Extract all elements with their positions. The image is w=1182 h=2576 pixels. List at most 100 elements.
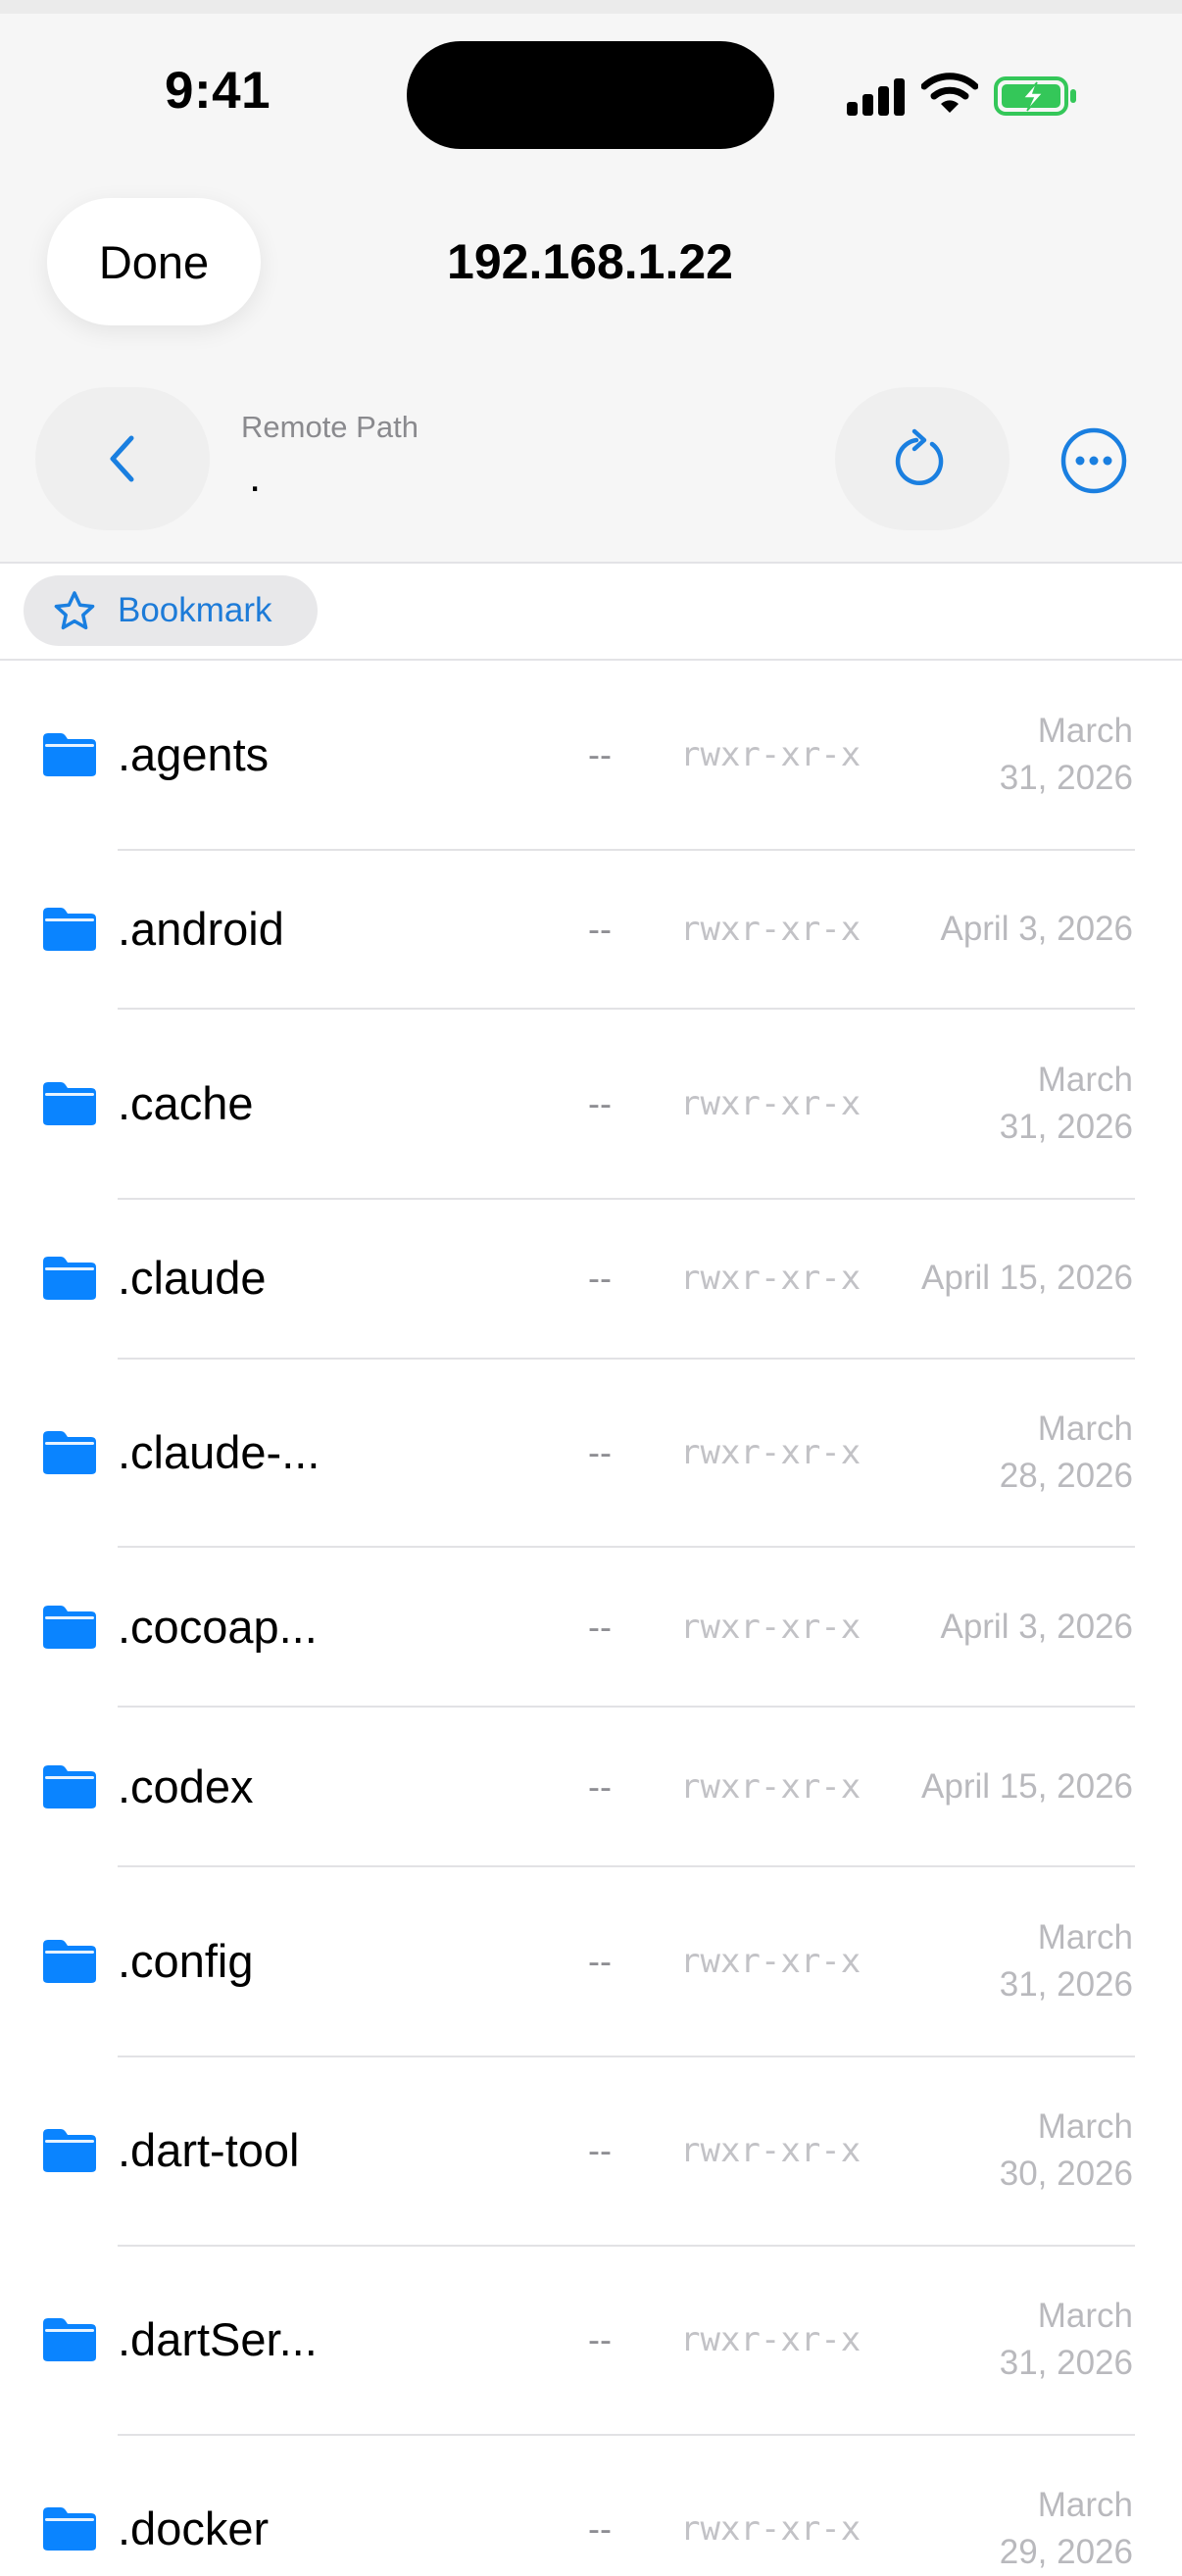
file-date-line1: March [1037,712,1133,750]
row-separator [118,1546,1135,1548]
cellular-signal-icon [847,76,906,116]
row-separator [118,1008,1135,1010]
file-date-line2: 31, 2026 [999,2344,1133,2382]
wifi-icon [921,73,978,113]
file-date: March 31, 2026 [908,2293,1133,2387]
file-date-line1: April 3, 2026 [940,1608,1133,1646]
file-permissions: rwxr-xr-x [680,2131,862,2170]
file-permissions: rwxr-xr-x [680,2509,862,2549]
folder-icon [41,2506,98,2551]
file-date: April 15, 2026 [878,1255,1133,1302]
file-size: -- [588,1083,612,1123]
file-date-line1: March [1037,1410,1133,1448]
file-date: March 30, 2026 [908,2104,1133,2198]
file-name: .agents [118,728,270,780]
more-options-icon[interactable] [1059,425,1129,496]
file-date: March 31, 2026 [908,1057,1133,1151]
remote-path-input[interactable]: . [249,453,261,502]
file-date: March 29, 2026 [908,2482,1133,2576]
dynamic-island [407,41,774,149]
row-separator [118,2245,1135,2247]
folder-icon [41,1605,98,1650]
file-permissions: rwxr-xr-x [680,1608,862,1647]
star-icon [54,591,95,630]
row-separator [118,2434,1135,2436]
file-name: .codex [118,1760,254,1812]
folder-icon [41,907,98,952]
file-size: -- [588,2508,612,2549]
remote-path-label: Remote Path [241,410,419,444]
file-date-line1: March [1037,2486,1133,2524]
file-date-line1: April 15, 2026 [921,1259,1133,1297]
page-title: 192.168.1.22 [447,234,733,289]
file-name: .cocoap... [118,1601,318,1653]
folder-icon [41,2128,98,2173]
file-name: .claude [118,1252,267,1304]
file-date: March 28, 2026 [908,1406,1133,1500]
file-size: -- [588,1941,612,1981]
file-name: .dart-tool [118,2124,300,2176]
row-separator [118,849,1135,851]
toolbar-divider [0,659,1182,661]
file-name: .claude-... [118,1426,320,1478]
file-size: -- [588,2130,612,2170]
status-time: 9:41 [165,62,271,120]
refresh-button[interactable] [835,387,1010,530]
folder-icon [41,732,98,777]
row-separator [118,1358,1135,1360]
file-date-line1: March [1037,1061,1133,1099]
file-size: -- [588,2319,612,2359]
file-permissions: rwxr-xr-x [680,1259,862,1298]
row-separator [118,1198,1135,1200]
file-name: .cache [118,1077,254,1129]
file-size: -- [588,909,612,949]
file-permissions: rwxr-xr-x [680,1942,862,1981]
file-size: -- [588,1607,612,1647]
folder-icon [41,1939,98,1984]
file-size: -- [588,1432,612,1472]
file-permissions: rwxr-xr-x [680,2320,862,2359]
top-edge-strip [0,0,1182,14]
row-separator [118,2056,1135,2057]
file-size: -- [588,1258,612,1298]
file-date: March 31, 2026 [908,1914,1133,2008]
file-name: .config [118,1935,254,1987]
file-date: April 3, 2026 [878,1604,1133,1651]
file-date-line2: 30, 2026 [999,2155,1133,2193]
bookmark-button[interactable]: Bookmark [24,575,318,646]
bookmark-label: Bookmark [118,591,272,629]
file-date-line1: March [1037,2297,1133,2335]
file-date-line1: March [1037,1918,1133,1957]
file-date-line2: 31, 2026 [999,1108,1133,1146]
file-date-line2: 29, 2026 [999,2533,1133,2571]
header-divider [0,562,1182,564]
file-name: .android [118,903,284,955]
file-size: -- [588,1766,612,1807]
back-button[interactable] [35,387,210,530]
file-permissions: rwxr-xr-x [680,910,862,949]
done-button[interactable]: Done [47,198,261,325]
file-date: March 31, 2026 [908,708,1133,802]
refresh-icon [895,428,944,485]
row-separator [118,1706,1135,1708]
file-size: -- [588,734,612,774]
file-date-line2: 31, 2026 [999,759,1133,797]
row-separator [118,1865,1135,1867]
file-date: April 15, 2026 [878,1763,1133,1810]
file-date-line1: March [1037,2107,1133,2146]
chevron-left-icon [110,435,134,482]
file-date-line2: 28, 2026 [999,1457,1133,1495]
folder-icon [41,1256,98,1301]
file-name: .dartSer... [118,2313,318,2365]
file-permissions: rwxr-xr-x [680,1767,862,1807]
file-date: April 3, 2026 [878,906,1133,953]
battery-charging-icon [994,76,1076,116]
folder-icon [41,1430,98,1475]
file-name: .docker [118,2502,270,2554]
folder-icon [41,2317,98,2362]
folder-icon [41,1764,98,1809]
file-date-line2: 31, 2026 [999,1965,1133,2004]
file-date-line1: April 15, 2026 [921,1767,1133,1806]
file-permissions: rwxr-xr-x [680,1433,862,1472]
file-permissions: rwxr-xr-x [680,1084,862,1123]
